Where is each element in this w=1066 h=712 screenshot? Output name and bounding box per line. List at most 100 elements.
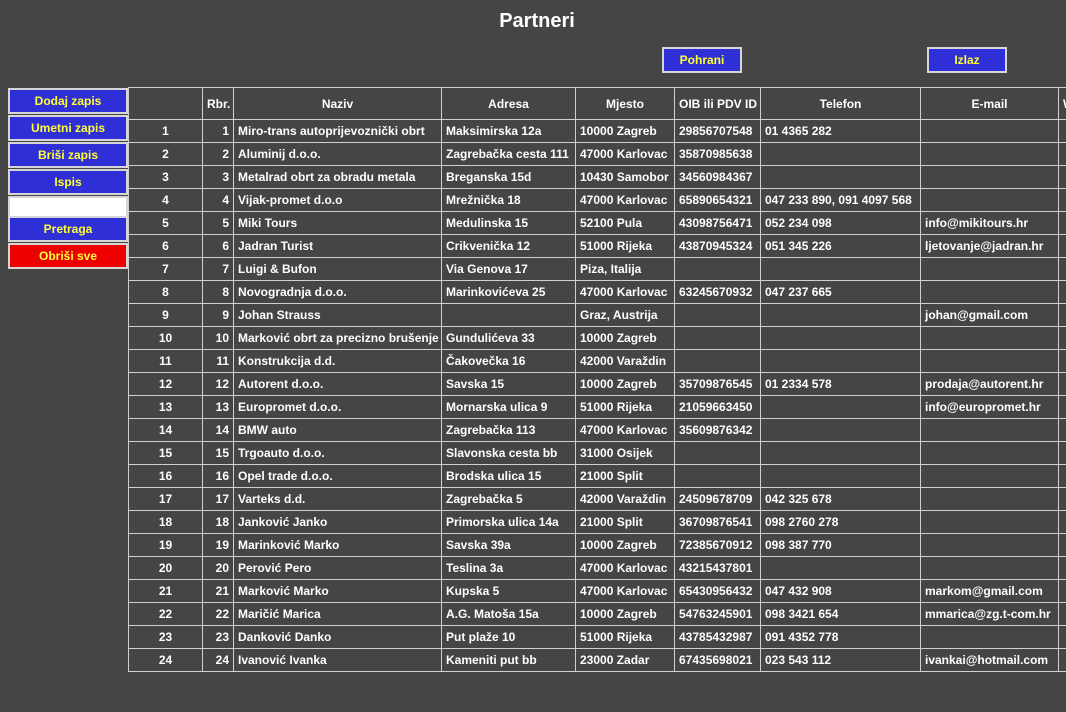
mjesto-cell[interactable]: 47000 Karlovac [575, 418, 675, 442]
email-cell[interactable] [920, 326, 1059, 350]
w-cell[interactable] [1058, 257, 1066, 281]
adresa-cell[interactable]: Put plaže 10 [441, 625, 576, 649]
rbr-cell[interactable]: 21 [202, 579, 234, 603]
rbr-cell[interactable]: 15 [202, 441, 234, 465]
rbr-cell[interactable]: 7 [202, 257, 234, 281]
row-index-cell[interactable]: 15 [128, 441, 203, 465]
naziv-cell[interactable]: Varteks d.d. [233, 487, 442, 511]
w-cell[interactable] [1058, 487, 1066, 511]
row-index-cell[interactable]: 5 [128, 211, 203, 235]
email-cell[interactable] [920, 257, 1059, 281]
row-index-cell[interactable]: 11 [128, 349, 203, 373]
oib-cell[interactable]: 67435698021 [674, 648, 761, 672]
oib-cell[interactable]: 21059663450 [674, 395, 761, 419]
table-row[interactable]: 11 11 Konstrukcija d.d. Čakovečka 16 42000 V… [128, 349, 1066, 373]
mjesto-cell[interactable]: 47000 Karlovac [575, 280, 675, 304]
w-cell[interactable] [1058, 280, 1066, 304]
oib-cell[interactable]: 24509678709 [674, 487, 761, 511]
mjesto-cell[interactable]: 10430 Samobor [575, 165, 675, 189]
rbr-cell[interactable]: 24 [202, 648, 234, 672]
email-cell[interactable] [920, 188, 1059, 212]
naziv-cell[interactable]: Ivanović Ivanka [233, 648, 442, 672]
w-cell[interactable] [1058, 648, 1066, 672]
exit-button[interactable]: Izlaz [927, 47, 1007, 73]
table-row[interactable]: 20 20 Perović Pero Teslina 3a 47000 Karlovac… [128, 556, 1066, 580]
row-index-cell[interactable]: 20 [128, 556, 203, 580]
row-index-cell[interactable]: 22 [128, 602, 203, 626]
oib-cell[interactable] [674, 326, 761, 350]
mjesto-cell[interactable]: 42000 Varaždin [575, 349, 675, 373]
telefon-cell[interactable]: 098 387 770 [760, 533, 921, 557]
adresa-cell[interactable]: Zagrebačka 113 [441, 418, 576, 442]
telefon-cell[interactable] [760, 464, 921, 488]
adresa-cell[interactable]: Teslina 3a [441, 556, 576, 580]
rbr-cell[interactable]: 4 [202, 188, 234, 212]
email-cell[interactable] [920, 142, 1059, 166]
insert-record-button[interactable]: Umetni zapis [8, 115, 128, 141]
oib-cell[interactable]: 43785432987 [674, 625, 761, 649]
naziv-cell[interactable]: Johan Strauss [233, 303, 442, 327]
email-cell[interactable]: markom@gmail.com [920, 579, 1059, 603]
row-index-cell[interactable]: 12 [128, 372, 203, 396]
row-index-cell[interactable]: 10 [128, 326, 203, 350]
adresa-cell[interactable]: Kameniti put bb [441, 648, 576, 672]
table-row[interactable]: 16 16 Opel trade d.o.o. Brodska ulica 15 210… [128, 464, 1066, 488]
naziv-cell[interactable]: Aluminij d.o.o. [233, 142, 442, 166]
mjesto-cell[interactable]: 31000 Osijek [575, 441, 675, 465]
table-row[interactable]: 2 2 Aluminij d.o.o. Zagrebačka cesta 111 470… [128, 142, 1066, 166]
row-index-cell[interactable]: 6 [128, 234, 203, 258]
oib-cell[interactable]: 35609876342 [674, 418, 761, 442]
rbr-cell[interactable]: 6 [202, 234, 234, 258]
oib-cell[interactable] [674, 303, 761, 327]
telefon-cell[interactable]: 047 432 908 [760, 579, 921, 603]
w-cell[interactable] [1058, 349, 1066, 373]
table-row[interactable]: 5 5 Miki Tours Medulinska 15 52100 Pula 43098… [128, 211, 1066, 235]
naziv-cell[interactable]: Miro-trans autoprijevoznički obrt [233, 119, 442, 143]
row-index-cell[interactable]: 7 [128, 257, 203, 281]
naziv-cell[interactable]: Perović Pero [233, 556, 442, 580]
table-row[interactable]: 17 17 Varteks d.d. Zagrebačka 5 42000 Varažd… [128, 487, 1066, 511]
adresa-cell[interactable]: Čakovečka 16 [441, 349, 576, 373]
adresa-cell[interactable]: Brodska ulica 15 [441, 464, 576, 488]
oib-cell[interactable]: 43098756471 [674, 211, 761, 235]
naziv-cell[interactable]: Miki Tours [233, 211, 442, 235]
table-row[interactable]: 19 19 Marinković Marko Savska 39a 10000 Zagr… [128, 533, 1066, 557]
rbr-cell[interactable]: 13 [202, 395, 234, 419]
row-index-cell[interactable]: 18 [128, 510, 203, 534]
search-button[interactable]: Pretraga [8, 216, 128, 242]
w-cell[interactable] [1058, 188, 1066, 212]
naziv-cell[interactable]: Metalrad obrt za obradu metala [233, 165, 442, 189]
adresa-cell[interactable]: Slavonska cesta bb [441, 441, 576, 465]
row-index-cell[interactable]: 19 [128, 533, 203, 557]
table-row[interactable]: 18 18 Janković Janko Primorska ulica 14a 210… [128, 510, 1066, 534]
delete-record-button[interactable]: Briši zapis [8, 142, 128, 168]
rbr-cell[interactable]: 10 [202, 326, 234, 350]
row-index-cell[interactable]: 24 [128, 648, 203, 672]
adresa-cell[interactable]: A.G. Matoša 15a [441, 602, 576, 626]
oib-cell[interactable]: 54763245901 [674, 602, 761, 626]
naziv-cell[interactable]: Novogradnja d.o.o. [233, 280, 442, 304]
email-cell[interactable] [920, 349, 1059, 373]
adresa-cell[interactable]: Medulinska 15 [441, 211, 576, 235]
telefon-cell[interactable] [760, 326, 921, 350]
w-cell[interactable] [1058, 303, 1066, 327]
adresa-cell[interactable]: Zagrebačka 5 [441, 487, 576, 511]
oib-cell[interactable]: 43870945324 [674, 234, 761, 258]
w-cell[interactable] [1058, 625, 1066, 649]
mjesto-cell[interactable]: 10000 Zagreb [575, 119, 675, 143]
telefon-cell[interactable]: 091 4352 778 [760, 625, 921, 649]
row-index-cell[interactable]: 9 [128, 303, 203, 327]
mjesto-cell[interactable]: 10000 Zagreb [575, 326, 675, 350]
rbr-cell[interactable]: 1 [202, 119, 234, 143]
delete-all-button[interactable]: Obriši sve [8, 243, 128, 269]
telefon-cell[interactable]: 047 233 890, 091 4097 568 [760, 188, 921, 212]
telefon-cell[interactable]: 098 2760 278 [760, 510, 921, 534]
email-cell[interactable] [920, 625, 1059, 649]
naziv-cell[interactable]: Autorent d.o.o. [233, 372, 442, 396]
naziv-cell[interactable]: Danković Danko [233, 625, 442, 649]
oib-cell[interactable]: 72385670912 [674, 533, 761, 557]
oib-cell[interactable] [674, 441, 761, 465]
oib-cell[interactable]: 29856707548 [674, 119, 761, 143]
table-row[interactable]: 10 10 Marković obrt za precizno brušenje Gu… [128, 326, 1066, 350]
telefon-cell[interactable] [760, 441, 921, 465]
